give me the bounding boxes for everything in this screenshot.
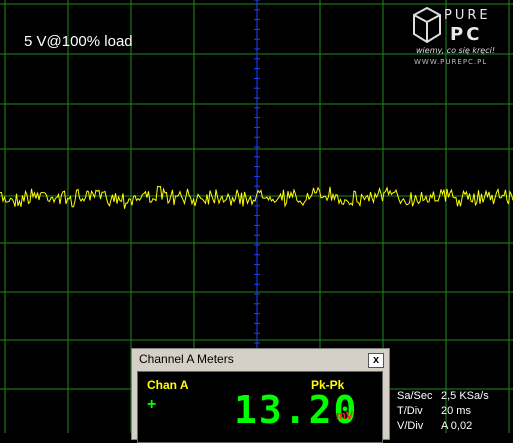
channel-a-meters-window[interactable]: Channel A Meters x Chan A Pk-Pk + 13.20 …: [131, 348, 390, 443]
purepc-logo: PURE PC wiemy, co się kręci! WWW.PUREPC.…: [410, 4, 510, 70]
window-title[interactable]: Channel A Meters: [133, 350, 388, 369]
polarity-sign: +: [147, 396, 157, 413]
scope-settings: Sa/Sec 2,5 KSa/s T/Div 20 ms V/Div A 0,02: [397, 389, 489, 434]
channel-label: Chan A: [147, 378, 189, 392]
setting-value: 20 ms: [441, 405, 471, 417]
logo-word-pc: PC: [450, 24, 483, 45]
setting-key: V/Div: [397, 420, 424, 432]
setting-value: A 0,02: [441, 420, 473, 432]
reading-unit: mV: [336, 410, 354, 422]
logo-cube-icon: [413, 6, 441, 44]
load-condition-label: 5 V@100% load: [24, 33, 133, 50]
setting-key: T/Div: [397, 405, 423, 417]
logo-url: WWW.PUREPC.PL: [414, 58, 488, 66]
close-button[interactable]: x: [368, 353, 384, 368]
setting-sample-rate: Sa/Sec 2,5 KSa/s: [397, 389, 489, 404]
logo-word-pure: PURE: [444, 8, 491, 23]
setting-time-div: T/Div 20 ms: [397, 404, 489, 419]
meter-display: Chan A Pk-Pk + 13.20 mV: [137, 371, 383, 443]
logo-tagline: wiemy, co się kręci!: [416, 46, 496, 55]
setting-key: Sa/Sec: [397, 390, 433, 402]
setting-volt-div: V/Div A 0,02: [397, 419, 489, 434]
setting-value: 2,5 KSa/s: [441, 390, 489, 402]
